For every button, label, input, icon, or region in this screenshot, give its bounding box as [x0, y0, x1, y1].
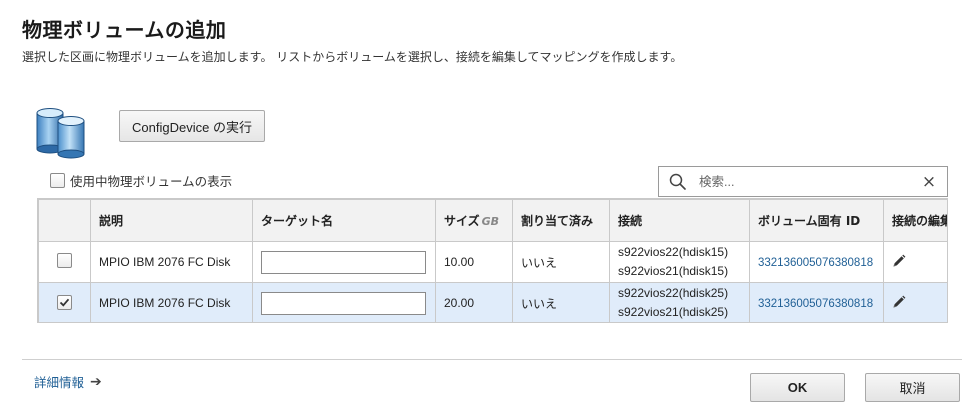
column-connection[interactable]: 接続 [609, 199, 750, 242]
config-device-button[interactable]: ConfigDevice の実行 [119, 110, 265, 142]
column-size-unit: GB [481, 215, 500, 228]
column-assigned[interactable]: 割り当て済み [512, 199, 610, 242]
more-info-label: 詳細情報 [34, 375, 85, 390]
table-row[interactable]: MPIO IBM 2076 FC Disk 10.00 いいえ s922vios… [38, 241, 947, 283]
cancel-button[interactable]: 取消 [865, 373, 960, 402]
search-box: × [658, 166, 948, 197]
volume-id-link[interactable]: 332136005076380818 [758, 298, 873, 310]
table-header-row: 説明 ターゲット名 サイズ GB 割り当て済み 接続 ボリューム固有 ID 接続の… [38, 199, 947, 242]
ok-button[interactable]: OK [750, 373, 845, 402]
column-select [38, 199, 91, 242]
table-row[interactable]: MPIO IBM 2076 FC Disk 20.00 いいえ s922vios… [38, 282, 947, 322]
row-select-cell [38, 241, 91, 283]
row-target-cell [252, 282, 436, 322]
row-description: MPIO IBM 2076 FC Disk [90, 241, 253, 283]
row-select-cell [38, 282, 91, 322]
row-checkbox[interactable] [57, 253, 72, 268]
checkmark-icon [59, 298, 70, 307]
column-edit-connection[interactable]: 接続の編集 [883, 199, 947, 242]
row-checkbox[interactable] [57, 295, 72, 310]
row-edit-cell [883, 282, 947, 322]
row-size: 20.00 [435, 282, 513, 322]
row-volume-id: 332136005076380818 [749, 241, 884, 283]
row-volume-id: 332136005076380818 [749, 282, 884, 322]
row-assigned: いいえ [512, 282, 610, 322]
column-volume-id[interactable]: ボリューム固有 ID [749, 199, 884, 242]
connection-line: s922vios21(hdisk15) [618, 264, 729, 278]
column-size-label: サイズ [444, 214, 480, 228]
search-input[interactable] [695, 168, 911, 195]
target-name-input[interactable] [261, 291, 426, 315]
footer-divider [22, 359, 962, 360]
connection-line: s922vios21(hdisk25) [618, 305, 729, 319]
show-in-use-checkbox[interactable] [50, 172, 65, 188]
dialog-title: 物理ボリュームの追加 [22, 18, 227, 42]
connection-line: s922vios22(hdisk15) [618, 245, 729, 259]
storage-volume-icon [33, 104, 89, 160]
arrow-right-icon: ➔ [90, 373, 102, 390]
column-description[interactable]: 説明 [90, 199, 253, 242]
row-connection: s922vios22(hdisk25) s922vios21(hdisk25) [609, 282, 750, 322]
close-icon[interactable]: × [911, 167, 947, 196]
row-edit-cell [883, 241, 947, 283]
search-icon [659, 167, 695, 196]
column-target-name[interactable]: ターゲット名 [252, 199, 436, 242]
pencil-icon[interactable] [892, 254, 906, 268]
volume-table: 説明 ターゲット名 サイズ GB 割り当て済み 接続 ボリューム固有 ID 接続の… [37, 198, 948, 323]
dialog-description: 選択した区画に物理ボリュームを追加します。 リストからボリュームを選択し、接続を… [22, 50, 683, 64]
show-in-use-label: 使用中物理ボリュームの表示 [70, 173, 233, 189]
column-size[interactable]: サイズ GB [435, 199, 513, 242]
target-name-input[interactable] [261, 250, 426, 274]
row-size: 10.00 [435, 241, 513, 283]
pencil-icon[interactable] [892, 295, 906, 309]
row-assigned: いいえ [512, 241, 610, 283]
volume-id-link[interactable]: 332136005076380818 [758, 257, 873, 269]
more-info-link[interactable]: 詳細情報 ➔ [34, 372, 102, 391]
row-connection: s922vios22(hdisk15) s922vios21(hdisk15) [609, 241, 750, 283]
show-in-use-toggle[interactable]: 使用中物理ボリュームの表示 [50, 172, 233, 189]
row-description: MPIO IBM 2076 FC Disk [90, 282, 253, 322]
connection-line: s922vios22(hdisk25) [618, 286, 729, 300]
row-target-cell [252, 241, 436, 283]
